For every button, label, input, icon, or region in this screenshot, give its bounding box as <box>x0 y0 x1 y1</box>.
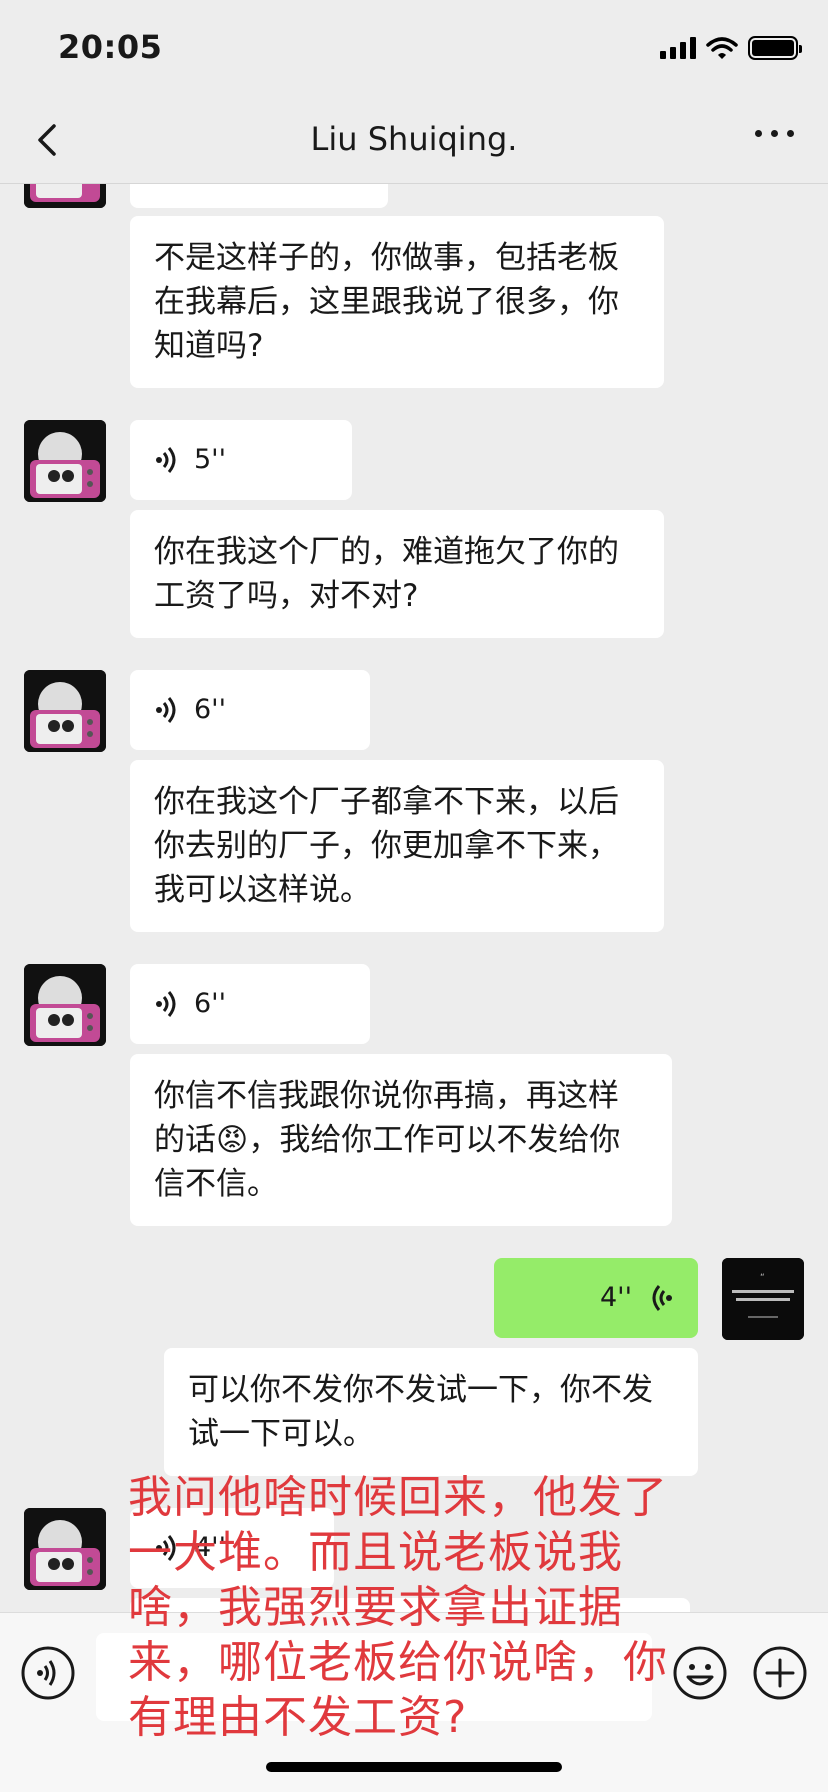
battery-icon <box>748 36 802 60</box>
voice-input-icon[interactable] <box>20 1645 76 1701</box>
voice-wave-icon <box>156 991 176 1017</box>
voice-duration: 5'' <box>194 444 227 475</box>
voice-message[interactable]: 5'' <box>130 420 352 500</box>
voice-duration: 4'' <box>599 1282 632 1313</box>
contact-avatar[interactable] <box>24 420 106 502</box>
voice-duration: 6'' <box>194 988 227 1019</box>
contact-avatar[interactable] <box>24 964 106 1046</box>
message-bubble[interactable]: 你在我这个厂的，难道拖欠了你的工资了吗，对不对? <box>130 510 664 638</box>
more-icon[interactable] <box>755 130 794 137</box>
wifi-icon <box>706 37 738 59</box>
voice-duration: 6'' <box>194 694 227 725</box>
signal-icon <box>660 37 696 59</box>
overlay-annotation: 我问他啥时候回来，他发了一大堆。而且说老板说我啥，我强烈要求拿出证据来，哪位老板… <box>128 1472 668 1743</box>
status-bar: 20:05 <box>0 0 828 96</box>
message-bubble[interactable]: 你信不信我跟你说你再搞，再这样的话😡，我给你工作可以不发给你信不信。 <box>130 1054 672 1226</box>
contact-avatar[interactable] <box>24 1508 106 1590</box>
message-bubble[interactable]: 可以你不发你不发试一下，你不发试一下可以。 <box>164 1348 698 1476</box>
nav-bar: Liu Shuiqing. <box>0 96 828 184</box>
plus-icon[interactable] <box>752 1645 808 1701</box>
voice-message[interactable]: 6'' <box>130 964 370 1044</box>
message-bubble[interactable]: 不是这样子的，你做事，包括老板在我幕后，这里跟我说了很多，你知道吗? <box>130 216 664 388</box>
home-indicator <box>266 1762 562 1772</box>
message-text: 你在我这个厂的，难道拖欠了你的工资了吗，对不对? <box>154 534 619 614</box>
message-bubble[interactable]: 你在我这个厂子都拿不下来，以后你去别的厂子，你更加拿不下来，我可以这样说。 <box>130 760 664 932</box>
angry-face-emoji: 😡 <box>216 1122 249 1158</box>
voice-wave-icon <box>156 697 176 723</box>
message-text: 可以你不发你不发试一下，你不发试一下可以。 <box>188 1372 653 1452</box>
chat-title: Liu Shuiqing. <box>310 120 518 158</box>
my-avatar[interactable]: “ <box>722 1258 804 1340</box>
voice-wave-icon <box>156 447 176 473</box>
chat-area[interactable]: 不是这样子的，你做事，包括老板在我幕后，这里跟我说了很多，你知道吗? 5'' 你… <box>0 0 828 1612</box>
contact-avatar[interactable] <box>24 670 106 752</box>
status-time: 20:05 <box>58 28 163 66</box>
message-text: 你在我这个厂子都拿不下来，以后你去别的厂子，你更加拿不下来，我可以这样说。 <box>154 784 619 908</box>
voice-message[interactable]: 6'' <box>130 670 370 750</box>
message-text: 不是这样子的，你做事，包括老板在我幕后，这里跟我说了很多，你知道吗? <box>154 240 619 364</box>
svg-text:“: “ <box>760 1273 765 1283</box>
voice-wave-icon <box>652 1285 672 1311</box>
my-voice-message[interactable]: 4'' <box>494 1258 698 1338</box>
